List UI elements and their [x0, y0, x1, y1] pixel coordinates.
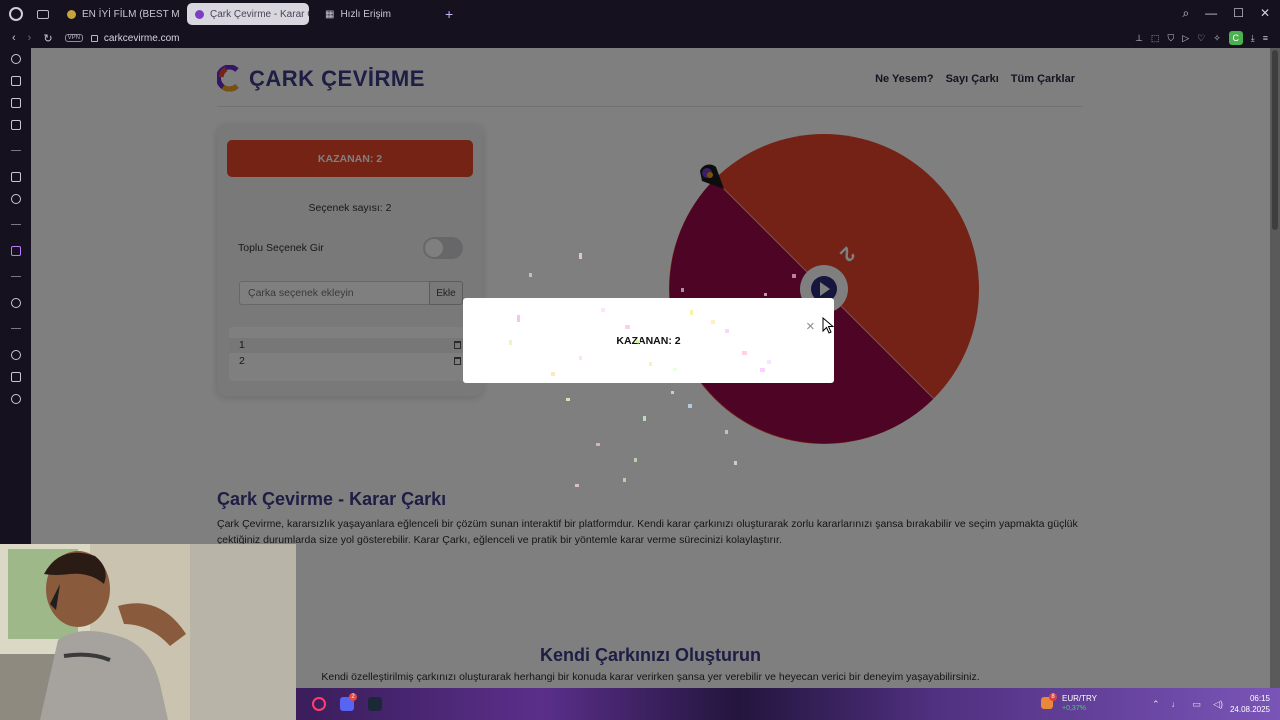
taskbar-clock[interactable]: 06:15 24.08.2025 — [1230, 693, 1270, 715]
url-field[interactable]: carkcevirme.com — [104, 33, 180, 44]
pin-icon[interactable]: ⊥ — [1135, 33, 1143, 44]
option-label: 2 — [239, 355, 245, 367]
option-input[interactable] — [239, 281, 429, 305]
bulk-input-label: Toplu Seçenek Gir — [238, 242, 324, 254]
options-panel: KAZANAN: 2 Seçenek sayısı: 2 Toplu Seçen… — [217, 124, 483, 396]
toolbar-icons: ⊥ ⬚ ⛉ ▷ ♡ ✧ C ⤓ ≡ — [1135, 31, 1268, 45]
messenger-icon[interactable] — [11, 120, 21, 130]
logo-mark-icon — [217, 65, 239, 92]
page-scrollbar[interactable] — [1270, 48, 1280, 688]
scrollbar-thumb[interactable] — [1272, 50, 1278, 230]
nav-tum-carklar[interactable]: Tüm Çarklar — [1011, 73, 1075, 85]
chatgpt-icon[interactable] — [11, 194, 21, 204]
tab-label: Hızlı Erişim — [340, 8, 392, 20]
close-icon[interactable]: ✕ — [1260, 6, 1270, 21]
volume-icon[interactable]: ◁) — [1213, 699, 1223, 710]
play-icon[interactable]: ▷ — [1182, 33, 1189, 44]
extensions-icon[interactable]: ✧ — [1213, 33, 1221, 44]
nav-sayi-carki[interactable]: Sayı Çarkı — [946, 73, 999, 85]
nav-ne-yesem[interactable]: Ne Yesem? — [875, 73, 934, 85]
minimize-icon[interactable]: — — [1205, 6, 1217, 21]
top-nav: Ne Yesem? Sayı Çarkı Tüm Çarklar — [875, 73, 1075, 85]
system-tray: ⌃ ♩ ▭ ◁) — [1152, 699, 1223, 710]
discord-badge: 2 — [349, 693, 357, 701]
option-label: 1 — [239, 339, 245, 351]
twitch-icon[interactable] — [11, 246, 21, 256]
shield-icon[interactable]: ⛉ — [1167, 33, 1174, 44]
history-icon[interactable] — [11, 350, 21, 360]
microphone-icon[interactable]: ♩ — [1172, 699, 1181, 710]
opera-menu-icon[interactable] — [9, 7, 23, 21]
steam-icon[interactable] — [368, 697, 382, 711]
add-option-button[interactable]: Ekle — [429, 281, 463, 305]
trash-icon[interactable] — [454, 341, 461, 349]
fx-badge: 8 — [1049, 693, 1057, 701]
youtube-favicon-icon — [67, 9, 76, 19]
new-tab-button[interactable]: + — [445, 6, 453, 22]
sidebar-divider — [11, 150, 21, 151]
wheel-pointer-icon — [700, 164, 724, 189]
page-title: Çark Çevirme - Karar Çarkı — [217, 489, 447, 509]
webcam-overlay — [0, 544, 296, 720]
heart-icon[interactable]: ♡ — [1197, 33, 1205, 44]
tab-speed-dial[interactable]: ▦ Hızlı Erişim — [317, 3, 437, 25]
extensions-sidebar-icon[interactable] — [11, 372, 21, 382]
modal-confetti — [509, 308, 771, 376]
trash-icon[interactable] — [454, 357, 461, 365]
lock-icon[interactable] — [90, 34, 98, 42]
fx-label: EUR/TRY — [1062, 694, 1097, 703]
download-icon[interactable]: ⤓ — [1251, 33, 1255, 44]
sidebar-divider — [11, 328, 21, 329]
reload-icon[interactable]: ↻ — [43, 32, 52, 45]
clock-time: 06:15 — [1249, 694, 1270, 703]
tab-cark-cevirme[interactable]: Çark Çevirme - Karar Ça — [187, 3, 309, 25]
chevron-up-icon[interactable]: ⌃ — [1152, 699, 1160, 710]
snapshot-icon[interactable]: ⬚ — [1151, 33, 1160, 44]
tab-label: EN İYİ FİLM (BEST MOVIE — [82, 8, 179, 20]
header-divider — [217, 106, 1083, 107]
grid-icon: ▦ — [325, 8, 335, 20]
os-taskbar: 2 8 EUR/TRY +0,37% ⌃ ♩ ▭ ◁) 06:15 24.08.… — [296, 688, 1280, 720]
maximize-icon[interactable]: ☐ — [1233, 6, 1244, 21]
browser-tabbar: EN İYİ FİLM (BEST MOVIE Çark Çevirme - K… — [0, 0, 1280, 28]
shopping-icon[interactable] — [11, 76, 21, 86]
search-icon[interactable]: ⌕ — [1182, 6, 1189, 21]
fx-change: +0,37% — [1062, 705, 1086, 712]
intro-paragraph: Çark Çevirme, kararsızlık yaşayanlara eğ… — [217, 518, 1078, 546]
window-controls: ⌕ — ☐ ✕ — [1182, 6, 1270, 21]
options-list: 1 2 — [229, 327, 471, 381]
mouse-cursor-icon — [822, 317, 834, 334]
artstation-icon[interactable] — [11, 172, 21, 182]
option-count: Seçenek sayısı: 2 — [308, 202, 392, 214]
forward-icon[interactable]: › — [28, 32, 32, 44]
list-item[interactable]: 1 — [229, 338, 471, 353]
back-icon[interactable]: ‹ — [12, 32, 16, 44]
winner-button[interactable]: KAZANAN: 2 — [227, 140, 473, 177]
tab-islands-icon[interactable] — [37, 9, 49, 19]
opera-taskbar-icon[interactable] — [312, 697, 326, 711]
logo-text: ÇARK ÇEVİRME — [249, 66, 425, 91]
extension-c-icon[interactable]: C — [1228, 31, 1243, 45]
cark-favicon-icon — [195, 9, 204, 19]
bulk-input-toggle[interactable] — [423, 237, 463, 259]
network-icon[interactable]: ▭ — [1193, 699, 1202, 710]
winner-modal: KAZANAN: 2 × — [463, 298, 834, 383]
settings-icon[interactable] — [11, 394, 21, 404]
spotify-icon[interactable] — [11, 298, 21, 308]
list-item[interactable]: 2 — [229, 354, 471, 369]
sidebar-divider — [11, 276, 21, 277]
pinboard-icon[interactable] — [11, 98, 21, 108]
vpn-badge[interactable]: VPN — [64, 34, 83, 42]
aria-icon[interactable] — [11, 54, 21, 64]
clock-date: 24.08.2025 — [1229, 705, 1270, 714]
address-bar: ‹ › ↻ VPN carkcevirme.com ⊥ ⬚ ⛉ ▷ ♡ ✧ C … — [0, 28, 1280, 48]
tab-label: Çark Çevirme - Karar Ça — [210, 8, 309, 20]
site-logo[interactable]: ÇARK ÇEVİRME — [217, 65, 425, 93]
toggle-knob — [425, 239, 443, 257]
sidebar-divider — [11, 224, 21, 225]
tab-best-movie[interactable]: EN İYİ FİLM (BEST MOVIE — [59, 3, 179, 25]
easy-setup-icon[interactable]: ≡ — [1263, 33, 1268, 43]
